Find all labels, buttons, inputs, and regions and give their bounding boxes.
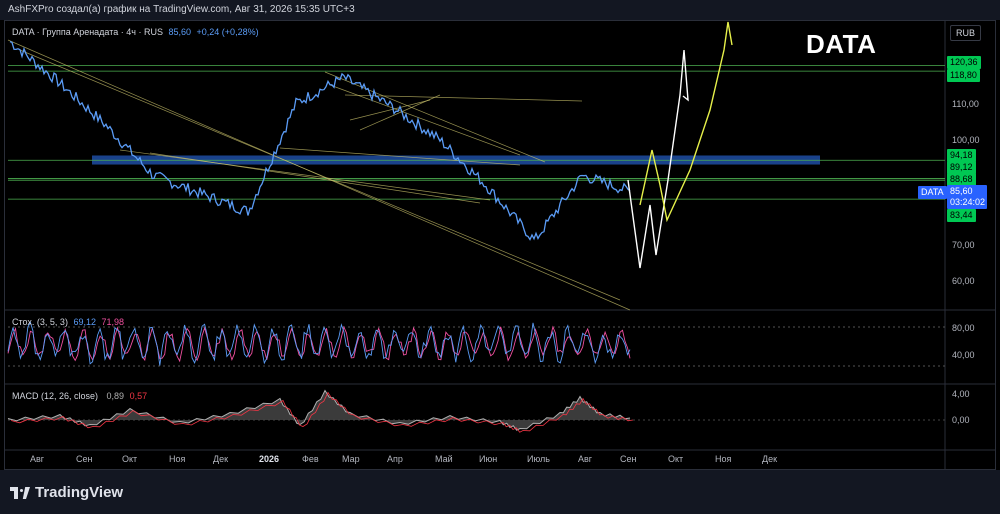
trendline: [7, 39, 631, 311]
symbol-change: +0,24 (+0,28%): [196, 27, 259, 37]
stoch-legend[interactable]: Стох. (3, 5, 3) 69,12 71,98: [12, 317, 124, 327]
time-tick-label: Окт: [668, 454, 684, 464]
symbol-legend[interactable]: DATA · Группа Аренадата · 4ч · RUS 85,60…: [12, 27, 259, 37]
price-tick: 70,00: [952, 240, 975, 250]
projection-path-yellow: [639, 21, 733, 223]
time-tick-label: Апр: [387, 454, 403, 464]
time-tick-label: Фев: [302, 454, 319, 464]
macd-legend[interactable]: MACD (12, 26, close) 0,89 0,57: [12, 391, 147, 401]
price-tick: 100,00: [952, 135, 980, 145]
trendline: [19, 49, 621, 301]
time-tick-label: Июн: [479, 454, 498, 464]
bar-countdown: 03:24:02: [950, 197, 986, 207]
current-price-tag: 85,60 03:24:02: [947, 185, 987, 209]
time-tick-label: Ноя: [715, 454, 732, 464]
current-price: 85,60: [950, 186, 973, 196]
stoch-d-value: 71,98: [101, 317, 125, 327]
chart-svg[interactable]: [0, 0, 1000, 514]
time-tick-label: Дек: [762, 454, 778, 464]
tradingview-logo[interactable]: TradingView: [10, 484, 123, 501]
time-tick-label: Май: [435, 454, 453, 464]
time-tick-label: Ноя: [169, 454, 186, 464]
stoch-label: Стох. (3, 5, 3): [12, 317, 68, 327]
footer-bar: [0, 470, 1000, 514]
stoch-k-value: 69,12: [73, 317, 96, 327]
level-tag-120: 120,36: [947, 56, 981, 69]
stoch-k-line: [7, 321, 631, 366]
symbol-price: 85,60: [168, 27, 192, 37]
time-tick-label: Авг: [30, 454, 45, 464]
time-tick-label: Сен: [76, 454, 93, 464]
stoch-tick: 40,00: [952, 350, 975, 360]
macd-signal-value: 0,57: [129, 391, 148, 401]
watermark-title: DATA: [806, 29, 877, 59]
level-tag-83: 83,44: [947, 209, 976, 222]
time-tick-label: Сен: [620, 454, 637, 464]
macd-label: MACD (12, 26, close): [12, 391, 99, 401]
macd-tick: 4,00: [952, 389, 970, 399]
tradingview-logo-icon: [10, 487, 30, 500]
stoch-tick: 80,00: [952, 323, 975, 333]
time-tick-label: 2026: [259, 454, 280, 464]
time-tick-label: Авг: [578, 454, 593, 464]
macd-tick: 0,00: [952, 415, 970, 425]
price-tick: 60,00: [952, 276, 975, 286]
current-symbol-tag: DATA: [918, 186, 947, 199]
time-tick-label: Окт: [122, 454, 138, 464]
time-tick-label: Мар: [342, 454, 360, 464]
symbol-label: DATA · Группа Аренадата · 4ч · RUS: [12, 27, 163, 37]
macd-value: 0,89: [106, 391, 125, 401]
currency-button[interactable]: RUB: [950, 25, 982, 41]
time-tick-label: Июль: [527, 454, 550, 464]
time-tick-label: Дек: [213, 454, 229, 464]
price-tick: 110,00: [952, 99, 979, 109]
brand-name: TradingView: [35, 484, 124, 501]
trendline: [324, 71, 546, 163]
level-tag-118: 118,80: [947, 69, 980, 82]
